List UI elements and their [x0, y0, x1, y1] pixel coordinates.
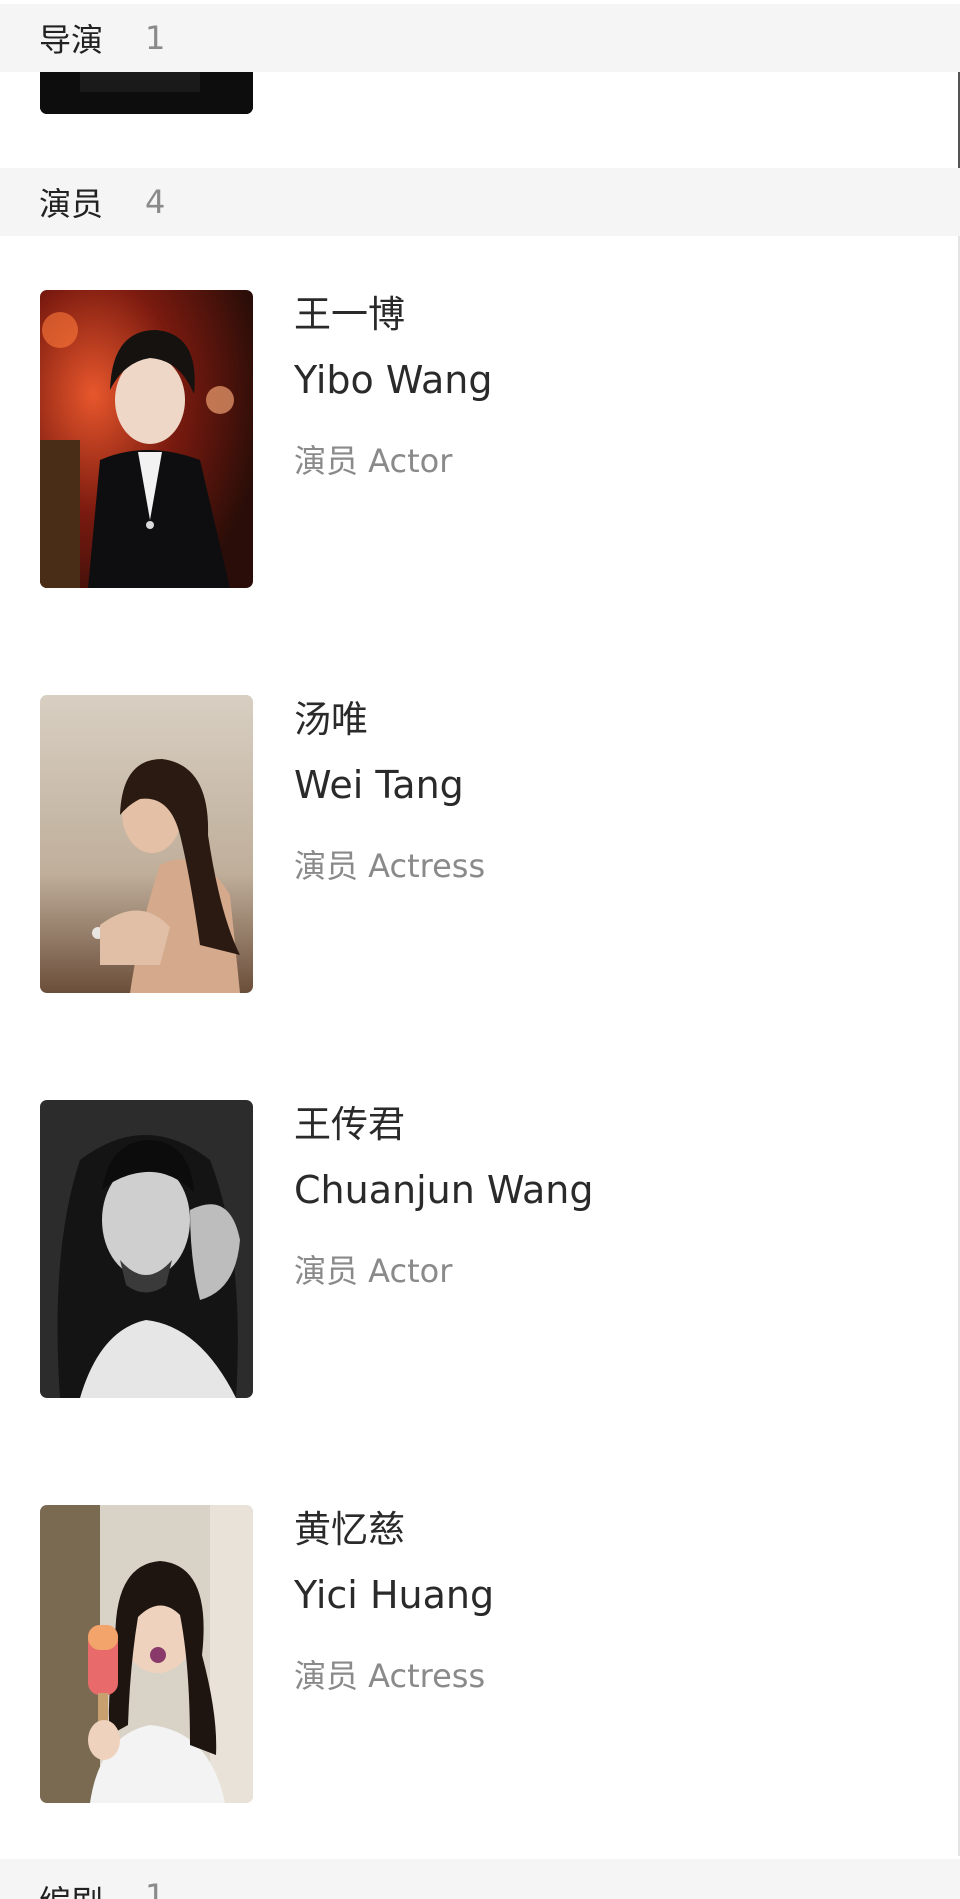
- cast-name-en[interactable]: Chuanjun Wang: [294, 1167, 594, 1213]
- director-photo-image: [40, 72, 253, 114]
- section-count: 4: [145, 183, 166, 221]
- cast-name-cn[interactable]: 黄忆慈: [294, 1508, 494, 1552]
- section-title: 编剧: [39, 1877, 103, 1899]
- cast-name-cn[interactable]: 汤唯: [294, 698, 485, 742]
- cast-role: 演员 Actor: [294, 1252, 453, 1290]
- cast-name-en[interactable]: Yibo Wang: [294, 357, 493, 403]
- section-header-cast[interactable]: 演员 4: [0, 168, 960, 236]
- cast-photo[interactable]: [40, 290, 253, 588]
- portrait-image: [40, 1100, 253, 1398]
- cast-name-en[interactable]: Yici Huang: [294, 1572, 494, 1618]
- cast-role: 演员 Actress: [294, 847, 486, 885]
- cast-name-cn[interactable]: 王一博: [294, 293, 493, 337]
- cast-role: 演员 Actor: [294, 442, 453, 480]
- cast-name-en[interactable]: Wei Tang: [294, 762, 485, 808]
- section-header-writer[interactable]: 编剧 1: [0, 1859, 960, 1899]
- section-count: 1: [145, 1877, 166, 1899]
- cast-info: 王传君 Chuanjun Wang 演员 Actor: [294, 1103, 594, 1291]
- cast-role: 演员 Actress: [294, 1657, 486, 1695]
- section-title: 演员: [39, 185, 104, 223]
- section-title: 导演: [39, 21, 104, 59]
- section-header-director[interactable]: 导演 1: [0, 4, 960, 72]
- cast-name-cn[interactable]: 王传君: [294, 1103, 594, 1147]
- cast-photo[interactable]: [40, 1100, 253, 1398]
- cast-photo[interactable]: [40, 1505, 253, 1803]
- cast-info: 汤唯 Wei Tang 演员 Actress: [294, 698, 485, 886]
- cast-info: 黄忆慈 Yici Huang 演员 Actress: [294, 1508, 494, 1696]
- cast-info: 王一博 Yibo Wang 演员 Actor: [294, 293, 493, 481]
- portrait-image: [40, 290, 253, 588]
- cast-photo[interactable]: [40, 695, 253, 993]
- director-photo[interactable]: [40, 72, 253, 114]
- portrait-image: [40, 1505, 253, 1803]
- section-count: 1: [145, 19, 166, 57]
- portrait-image: [40, 695, 253, 993]
